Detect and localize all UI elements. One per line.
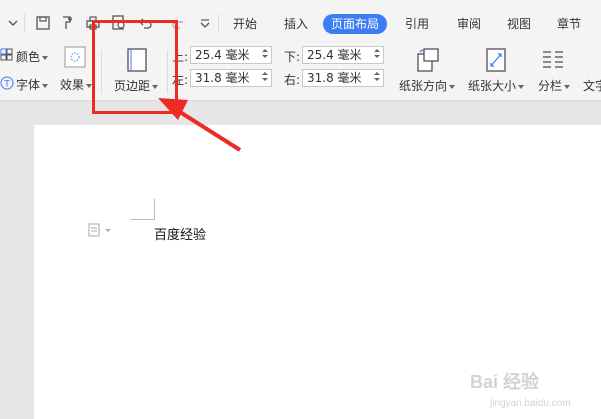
theme-colors-icon[interactable] [0,48,14,62]
highlight-box [92,20,178,114]
text-direction-button[interactable]: 文字 [583,77,601,94]
columns-icon[interactable] [541,48,565,72]
margin-corner-mark [154,199,155,220]
watermark-logo: Bai 经验 [470,372,540,392]
effects-icon[interactable] [64,46,86,68]
paragraph-layout-icon[interactable] [88,223,112,237]
tab-chapter[interactable]: 章节 [553,14,585,34]
tab-review[interactable]: 审阅 [453,14,485,34]
chevron-down-icon[interactable] [4,14,22,32]
right-margin-label: 右: [284,73,301,87]
tab-page-layout[interactable]: 页面布局 [323,14,388,34]
title-tab-bar: 开始 插入 页面布局 引用 审阅 视图 章节 [0,0,601,44]
colors-button[interactable]: 颜色 [16,48,49,65]
tab-insert[interactable]: 插入 [280,14,312,34]
margin-corner-mark [130,219,154,220]
tab-view[interactable]: 视图 [503,14,535,34]
tab-references[interactable]: 引用 [401,14,433,34]
document-text[interactable]: 百度经验 [154,224,206,243]
bottom-margin-label: 下: [284,50,301,64]
page-size-button[interactable]: 纸张大小 [468,77,525,94]
page-size-icon[interactable] [486,48,506,72]
page-orientation-button[interactable]: 纸张方向 [399,77,456,94]
save-icon[interactable] [34,14,52,32]
theme-fonts-icon[interactable]: T [0,76,14,90]
format-painter-icon[interactable] [58,14,76,32]
customize-toolbar-icon[interactable] [196,14,214,32]
columns-button[interactable]: 分栏 [538,77,571,94]
svg-text:T: T [3,80,10,90]
left-margin-input[interactable]: 31.8 毫米 [190,69,272,87]
fonts-button[interactable]: 字体 [16,76,49,93]
bottom-margin-input[interactable]: 25.4 毫米 [302,46,384,64]
ribbon-page-layout: 颜色 T 字体 效果 页边距 上: 25.4 毫米 下: 25.4 毫米 左: … [0,44,601,101]
effects-button[interactable]: 效果 [60,76,93,93]
right-margin-input[interactable]: 31.8 毫米 [302,69,384,87]
page-orientation-icon[interactable] [417,48,439,72]
tab-home[interactable]: 开始 [229,14,261,34]
watermark-url: jingyan.baidu.com [490,398,571,409]
top-margin-input[interactable]: 25.4 毫米 [190,46,272,64]
